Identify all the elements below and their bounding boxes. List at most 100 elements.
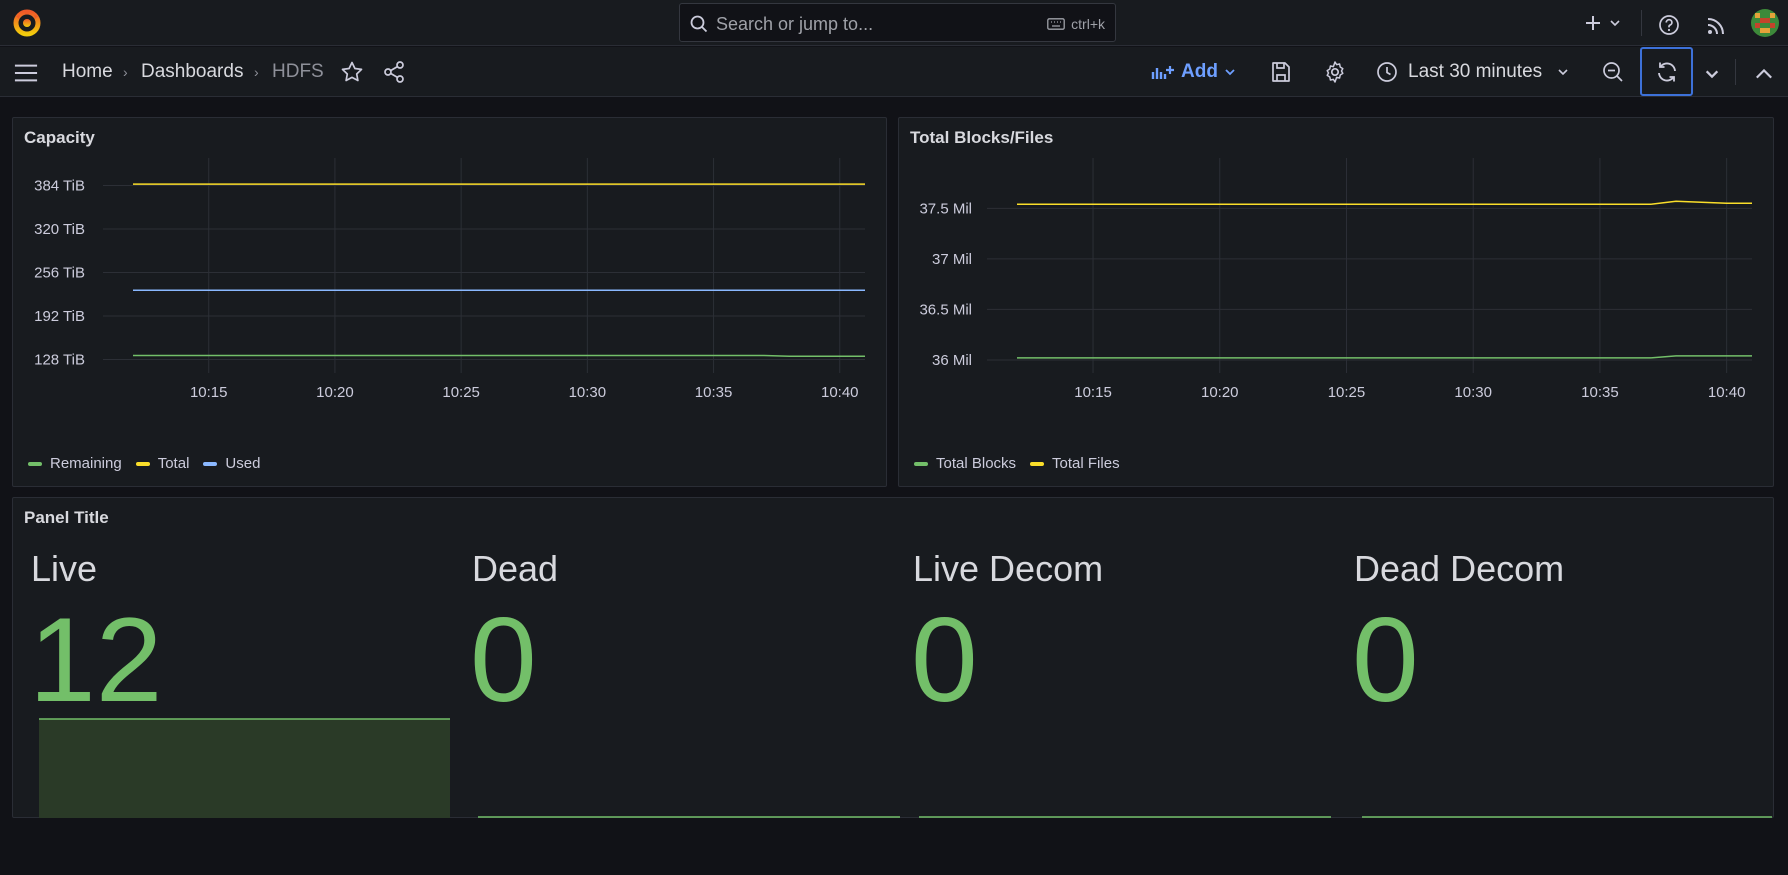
stat-label: Live (31, 548, 98, 589)
breadcrumb-dashboards[interactable]: Dashboards (141, 61, 243, 83)
legend-label: Total Files (1052, 455, 1120, 472)
legend-swatch (914, 461, 928, 466)
series-line (1017, 200, 1752, 206)
collapse-icon[interactable] (1752, 62, 1776, 86)
x-tick-label: 10:30 (1454, 384, 1492, 401)
time-range-picker[interactable]: Last 30 minutes (1376, 58, 1570, 86)
capacity-panel[interactable]: Capacity 384 TiB 320 TiB 256 TiB 192 TiB 128… (12, 117, 887, 487)
share-icon[interactable] (382, 60, 406, 84)
y-tick-label: 320 TiB (34, 221, 85, 238)
x-tick-label: 10:25 (1328, 384, 1366, 401)
legend-label: Remaining (50, 455, 122, 472)
add-panel-icon (1151, 66, 1174, 79)
blocks-files-chart: 37.5 Mil 37 Mil 36.5 Mil 36 Mil 10:15 10:20 10… (919, 158, 1752, 401)
legend-swatch (1030, 461, 1045, 466)
time-range-label: Last 30 minutes (1408, 61, 1543, 82)
zoom-out-icon[interactable] (1601, 60, 1625, 84)
stat-sparkline (919, 816, 1331, 818)
panel-title: Panel Title (24, 508, 109, 527)
legend-label: Total (157, 455, 190, 472)
stat-sparkline (478, 816, 900, 818)
chevron-down-icon (1610, 20, 1620, 27)
search-icon (690, 15, 708, 33)
stat-value: 0 (1352, 593, 1419, 727)
legend-item[interactable]: Total (135, 455, 190, 472)
dashboard-nav-bar: Home › Dashboards › HDFS Add Last 30 min… (0, 47, 1788, 97)
stat-value: 0 (911, 593, 978, 727)
stat-panel[interactable]: Panel Title Live 12 Dead 0 Live Decom 0 … (12, 497, 1774, 818)
series-line (1017, 355, 1752, 359)
stat-dead: Dead 0 (470, 548, 910, 818)
breadcrumb-home[interactable]: Home (62, 61, 113, 83)
blocks-files-panel[interactable]: Total Blocks/Files 37.5 Mil 37 Mil 36.5 Mi… (898, 117, 1774, 487)
x-tick-label: 10:40 (821, 384, 859, 401)
top-bar: Search or jump to... ctrl+k (0, 0, 1788, 46)
y-tick-label: 128 TiB (34, 352, 85, 369)
chevron-down-icon (1225, 69, 1235, 76)
y-tick-label: 37 Mil (932, 251, 972, 268)
stat-sparkline (39, 718, 450, 818)
shortcut-label: ctrl+k (1071, 16, 1105, 32)
refresh-button[interactable] (1640, 47, 1693, 96)
new-menu-button[interactable] (1584, 9, 1622, 37)
avatar[interactable] (1751, 9, 1779, 37)
star-icon[interactable] (340, 60, 364, 84)
clock-icon (1377, 62, 1397, 82)
x-tick-label: 10:35 (1581, 384, 1619, 401)
legend-item[interactable]: Used (203, 455, 260, 472)
breadcrumb-current: HDFS (272, 61, 324, 82)
menu-icon[interactable] (14, 61, 38, 85)
capacity-legend: Remaining Total Used (28, 455, 260, 472)
legend-label: Total Blocks (936, 455, 1017, 472)
settings-icon[interactable] (1323, 60, 1347, 84)
stat-live: Live 12 (29, 548, 469, 818)
capacity-chart: 384 TiB 320 TiB 256 TiB 192 TiB 128 TiB 10:15… (34, 158, 865, 401)
x-tick-label: 10:20 (316, 384, 354, 401)
stat-live-decom: Live Decom 0 (911, 548, 1351, 818)
search-input[interactable]: Search or jump to... ctrl+k (679, 3, 1116, 42)
stat-label: Dead Decom (1354, 548, 1565, 589)
legend-item[interactable]: Total Blocks (914, 455, 1016, 472)
breadcrumb-separator: › (123, 64, 128, 80)
stat-value: 0 (470, 593, 537, 727)
divider (1641, 10, 1642, 36)
legend-item[interactable]: Remaining (28, 455, 122, 472)
y-tick-label: 37.5 Mil (919, 200, 972, 217)
stat-dead-decom: Dead Decom 0 (1352, 548, 1788, 818)
stat-value: 12 (29, 593, 163, 727)
legend-swatch (28, 461, 42, 466)
plus-icon (1586, 16, 1600, 30)
search-placeholder: Search or jump to... (716, 14, 874, 34)
refresh-icon (1658, 62, 1676, 82)
refresh-interval-chevron-icon[interactable] (1700, 62, 1724, 86)
series-line (133, 354, 865, 357)
divider (1735, 59, 1736, 85)
breadcrumb-separator: › (254, 64, 259, 80)
x-tick-label: 10:25 (442, 384, 480, 401)
add-label: Add (1181, 61, 1218, 82)
legend-swatch (135, 461, 150, 466)
grafana-logo-icon[interactable] (12, 8, 42, 38)
legend-swatch (203, 461, 218, 466)
y-tick-label: 384 TiB (34, 177, 85, 194)
help-icon[interactable] (1658, 11, 1680, 39)
stat-label: Dead (472, 548, 559, 589)
y-tick-label: 256 TiB (34, 265, 85, 282)
x-tick-label: 10:30 (569, 384, 607, 401)
y-tick-label: 192 TiB (34, 308, 85, 325)
stat-sparkline (1362, 816, 1772, 818)
chevron-down-icon (1558, 69, 1568, 76)
blocks-files-legend: Total Blocks Total Files (914, 455, 1120, 472)
legend-label: Used (225, 455, 261, 472)
y-tick-label: 36.5 Mil (919, 301, 972, 318)
legend-item[interactable]: Total Files (1030, 455, 1120, 472)
save-icon[interactable] (1269, 60, 1293, 84)
x-tick-label: 10:35 (695, 384, 733, 401)
x-tick-label: 10:15 (190, 384, 228, 401)
search-shortcut: ctrl+k (1047, 16, 1105, 32)
x-tick-label: 10:40 (1708, 384, 1746, 401)
stat-label: Live Decom (913, 548, 1104, 589)
news-icon[interactable] (1706, 12, 1726, 40)
y-tick-label: 36 Mil (932, 352, 972, 369)
add-button[interactable]: Add (1151, 59, 1236, 85)
